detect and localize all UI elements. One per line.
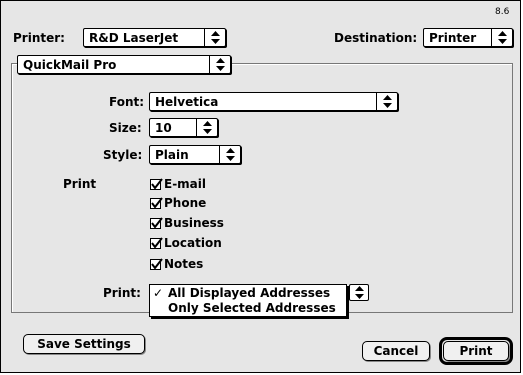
updown-arrows-icon bbox=[209, 56, 230, 73]
checkbox-box[interactable] bbox=[150, 196, 163, 209]
checkbox-box[interactable] bbox=[150, 257, 163, 270]
updown-arrows-icon bbox=[196, 119, 217, 136]
checkbox-location[interactable]: Location bbox=[150, 235, 222, 251]
updown-arrows-icon bbox=[219, 146, 240, 163]
checkbox-label: Location bbox=[164, 236, 222, 250]
menu-item-all-displayed[interactable]: All Displayed Addresses bbox=[168, 286, 330, 300]
checkmark-icon bbox=[151, 196, 163, 209]
size-label: Size: bbox=[109, 121, 142, 135]
checkmark-icon bbox=[151, 177, 163, 190]
checkbox-label: Business bbox=[164, 216, 224, 230]
checkbox-phone[interactable]: Phone bbox=[150, 195, 206, 211]
print-label: Print bbox=[459, 344, 493, 358]
version-label: 8.6 bbox=[495, 7, 510, 17]
checkbox-box[interactable] bbox=[150, 236, 163, 249]
print-button[interactable]: Print bbox=[443, 341, 509, 361]
print-dialog: 8.6 Printer: R&D LaserJet Destination: P… bbox=[0, 0, 521, 373]
updown-arrows-icon bbox=[204, 29, 225, 46]
updown-arrows-icon[interactable] bbox=[349, 284, 369, 301]
destination-label: Destination: bbox=[334, 31, 418, 45]
checkmark-icon bbox=[151, 236, 163, 249]
font-label: Font: bbox=[109, 95, 145, 109]
cancel-label: Cancel bbox=[373, 344, 419, 358]
font-popup[interactable]: Helvetica bbox=[149, 92, 398, 111]
printer-value: R&D LaserJet bbox=[89, 30, 179, 45]
printer-popup[interactable]: R&D LaserJet bbox=[83, 28, 226, 47]
print-group-label: Print bbox=[63, 177, 97, 191]
checkmark-icon bbox=[151, 216, 163, 229]
checkbox-box[interactable] bbox=[150, 216, 163, 229]
checkbox-box[interactable] bbox=[150, 177, 163, 190]
checkmark-icon bbox=[151, 257, 163, 270]
menu-item-only-selected[interactable]: Only Selected Addresses bbox=[168, 301, 336, 315]
checkbox-notes[interactable]: Notes bbox=[150, 256, 203, 272]
size-popup[interactable]: 10 bbox=[149, 118, 218, 137]
style-value: Plain bbox=[155, 147, 189, 162]
checkbox-email[interactable]: E-mail bbox=[150, 176, 206, 192]
updown-arrows-icon bbox=[376, 93, 397, 110]
destination-popup[interactable]: Printer bbox=[423, 28, 513, 47]
plugin-value: QuickMail Pro bbox=[23, 57, 117, 72]
style-label: Style: bbox=[103, 148, 143, 162]
destination-value: Printer bbox=[429, 30, 477, 45]
checkmark-icon: ✓ bbox=[153, 286, 164, 300]
checkbox-label: E-mail bbox=[164, 177, 207, 191]
font-value: Helvetica bbox=[155, 94, 219, 109]
save-settings-button[interactable]: Save Settings bbox=[23, 334, 145, 354]
save-settings-label: Save Settings bbox=[37, 337, 131, 351]
printer-label: Printer: bbox=[13, 31, 65, 45]
checkbox-business[interactable]: Business bbox=[150, 215, 224, 231]
checkbox-label: Notes bbox=[164, 257, 204, 271]
plugin-popup[interactable]: QuickMail Pro bbox=[17, 55, 231, 74]
print-scope-label: Print: bbox=[103, 286, 141, 300]
style-popup[interactable]: Plain bbox=[149, 145, 241, 164]
checkbox-label: Phone bbox=[164, 196, 207, 210]
cancel-button[interactable]: Cancel bbox=[362, 341, 430, 361]
updown-arrows-icon bbox=[491, 29, 512, 46]
print-scope-menu[interactable]: ✓ All Displayed Addresses Only Selected … bbox=[149, 284, 347, 317]
size-value: 10 bbox=[155, 120, 172, 135]
